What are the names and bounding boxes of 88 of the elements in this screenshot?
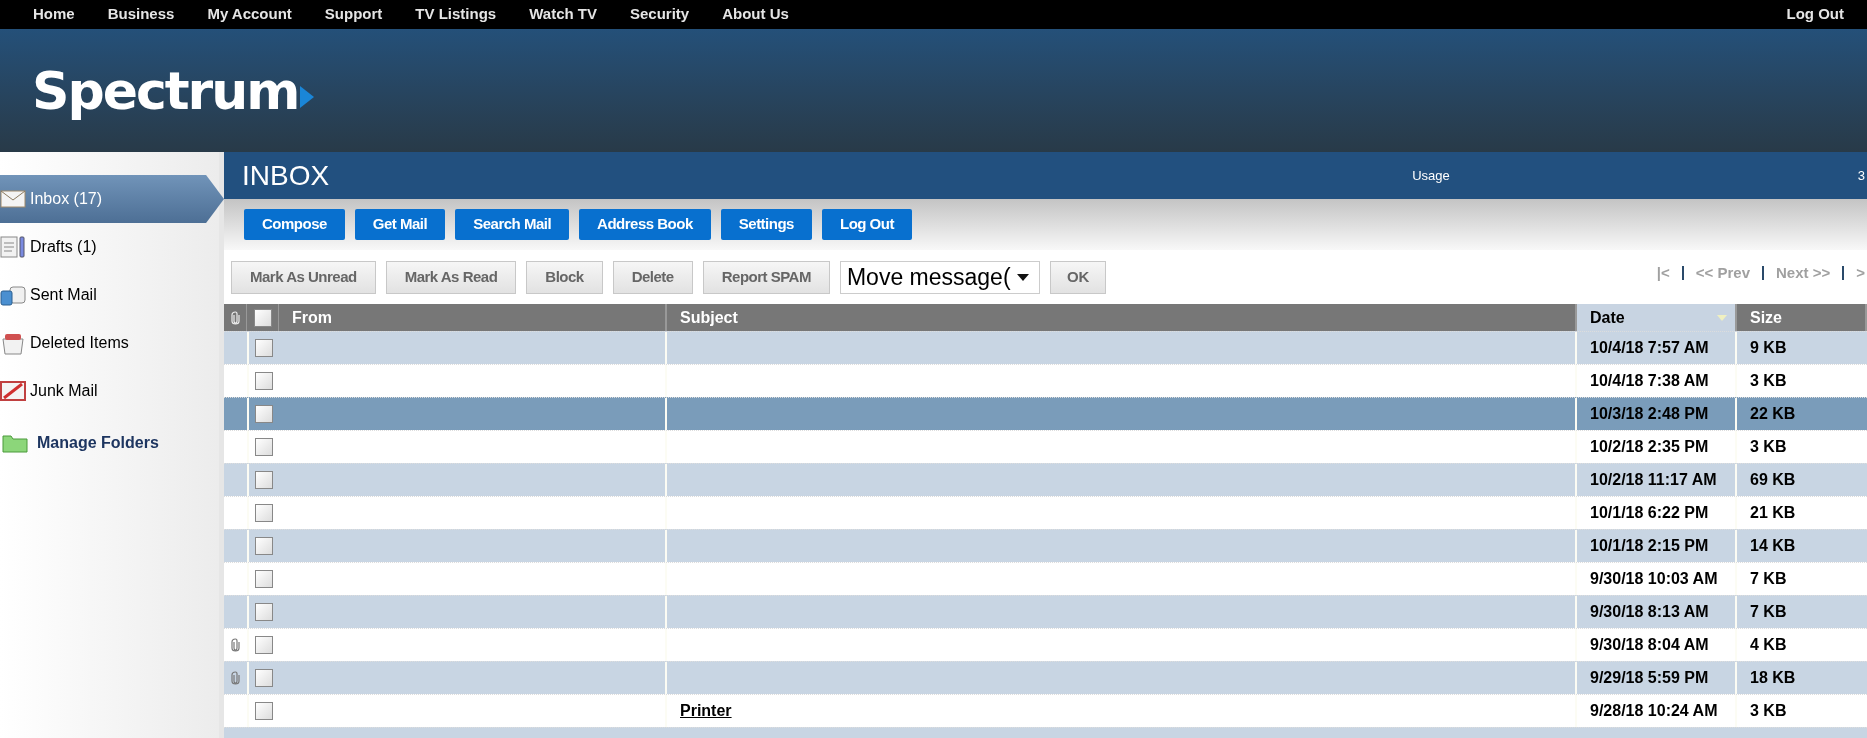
size-cell-text: 3 KB xyxy=(1750,371,1787,391)
paperclip-icon xyxy=(230,310,240,325)
subject-link[interactable]: Printer xyxy=(680,699,732,723)
size-cell-text: 9 KB xyxy=(1750,338,1787,358)
nav-link[interactable]: About Us xyxy=(722,3,789,26)
date-cell-text: 9/28/18 10:24 AM xyxy=(1590,701,1718,721)
size-cell-text: 22 KB xyxy=(1750,404,1796,424)
checkbox[interactable] xyxy=(255,405,273,423)
crossed-envelope-icon xyxy=(0,379,26,403)
sidebar-item[interactable]: Drafts (1) xyxy=(0,223,224,271)
checkbox[interactable] xyxy=(255,339,273,357)
checkbox[interactable] xyxy=(255,504,273,522)
folder-icon xyxy=(2,433,28,453)
action-button[interactable]: Delete xyxy=(612,261,693,294)
manage-folders-link[interactable]: Manage Folders xyxy=(0,417,219,469)
ok-button[interactable]: OK xyxy=(1049,261,1107,294)
action-button[interactable]: Report SPAM xyxy=(702,261,830,294)
date-cell-text: 10/2/18 2:35 PM xyxy=(1590,437,1709,457)
nav-link[interactable]: TV Listings xyxy=(415,3,497,26)
date-cell-text: 10/3/18 2:48 PM xyxy=(1590,404,1709,424)
message-row[interactable]: 9/30/18 8:13 AM 7 KB xyxy=(224,595,1867,628)
sidebar-item[interactable]: Junk Mail xyxy=(0,367,224,415)
checkbox[interactable] xyxy=(255,372,273,390)
envelope-icon xyxy=(0,187,26,211)
toolbar-button[interactable]: Compose xyxy=(244,209,345,240)
size-cell-text: 3 KB xyxy=(1750,701,1787,721)
message-row[interactable]: 10/1/18 2:15 PM 14 KB xyxy=(224,529,1867,562)
message-row[interactable]: 10/3/18 2:48 PM 22 KB xyxy=(224,397,1867,430)
checkbox[interactable] xyxy=(253,308,272,327)
action-button[interactable]: Mark As Unread xyxy=(231,261,376,294)
date-cell-text: 9/30/18 10:03 AM xyxy=(1590,569,1718,589)
message-row[interactable]: 10/2/18 11:17 AM 69 KB xyxy=(224,463,1867,496)
checkbox[interactable] xyxy=(255,438,273,456)
size-cell-text: 18 KB xyxy=(1750,668,1796,688)
message-row[interactable]: Printer 9/28/18 10:24 AM 3 KB xyxy=(224,694,1867,727)
checkbox[interactable] xyxy=(255,570,273,588)
checkbox[interactable] xyxy=(255,471,273,489)
message-row[interactable]: 10/4/18 7:38 AM 3 KB xyxy=(224,364,1867,397)
toolbar-button[interactable]: Get Mail xyxy=(354,209,446,240)
date-cell-text: 10/4/18 7:38 AM xyxy=(1590,371,1709,391)
date-cell-text: 10/1/18 2:15 PM xyxy=(1590,536,1709,556)
message-row[interactable]: 10/2/18 2:35 PM 3 KB xyxy=(224,430,1867,463)
size-cell-text: 7 KB xyxy=(1750,602,1787,622)
usage-label: Usage xyxy=(1412,166,1450,185)
message-row[interactable]: 9/29/18 5:59 PM 18 KB xyxy=(224,661,1867,694)
message-row[interactable]: 9/30/18 8:04 AM 4 KB xyxy=(224,628,1867,661)
date-cell-text: 9/30/18 8:13 AM xyxy=(1590,602,1709,622)
nav-link[interactable]: Watch TV xyxy=(529,3,597,26)
toolbar-button[interactable]: Settings xyxy=(720,209,812,240)
message-row[interactable]: 10/1/18 6:22 PM 21 KB xyxy=(224,496,1867,529)
checkbox[interactable] xyxy=(255,669,273,687)
action-button[interactable]: Block xyxy=(526,261,603,294)
page-title: INBOX xyxy=(242,158,330,193)
date-cell-text: 9/30/18 8:04 AM xyxy=(1590,635,1709,655)
date-cell-text: 10/4/18 7:57 AM xyxy=(1590,338,1709,358)
sidebar-item[interactable]: Inbox (17) xyxy=(0,175,224,223)
size-cell-text: 14 KB xyxy=(1750,536,1796,556)
nav-link[interactable]: Business xyxy=(107,3,175,26)
size-cell-text: 4 KB xyxy=(1750,635,1787,655)
message-row[interactable]: 10/4/18 7:57 AM 9 KB xyxy=(224,331,1867,364)
sort-arrow-icon xyxy=(1717,314,1727,321)
checkbox[interactable] xyxy=(255,702,273,720)
sidebar-item[interactable]: Sent Mail xyxy=(0,271,224,319)
nav-link[interactable]: Security xyxy=(629,3,690,26)
action-button[interactable]: Mark As Read xyxy=(385,261,517,294)
toolbar-button[interactable]: Log Out xyxy=(821,209,912,240)
sidebar-item[interactable]: Deleted Items xyxy=(0,319,224,367)
date-cell-text: 9/29/18 5:59 PM xyxy=(1590,668,1709,688)
message-row[interactable]: 9/30/18 10:03 AM 7 KB xyxy=(224,562,1867,595)
size-cell-text: 3 KB xyxy=(1750,437,1787,457)
nav-link[interactable]: Support xyxy=(324,3,383,26)
size-cell-text: 21 KB xyxy=(1750,503,1796,523)
date-cell-text: 10/2/18 11:17 AM xyxy=(1590,470,1717,490)
toolbar-button[interactable]: Search Mail xyxy=(455,209,570,240)
checkbox[interactable] xyxy=(255,537,273,555)
size-cell-text: 7 KB xyxy=(1750,569,1787,589)
logout-link[interactable]: Log Out xyxy=(1786,3,1844,26)
date-cell-text: 10/1/18 6:22 PM xyxy=(1590,503,1709,523)
checkbox[interactable] xyxy=(255,603,273,621)
move-message-dropdown[interactable]: Move message( xyxy=(839,261,1040,294)
size-cell-text: 69 KB xyxy=(1750,470,1796,490)
caret-icon xyxy=(1016,274,1029,281)
nav-link[interactable]: My Account xyxy=(207,3,292,26)
checkbox[interactable] xyxy=(255,636,273,654)
toolbar-button[interactable]: Address Book xyxy=(579,209,711,240)
usage-value: 3 xyxy=(1857,166,1865,185)
nav-link[interactable]: Home xyxy=(33,3,75,26)
column-header[interactable]: Date xyxy=(1577,304,1737,331)
